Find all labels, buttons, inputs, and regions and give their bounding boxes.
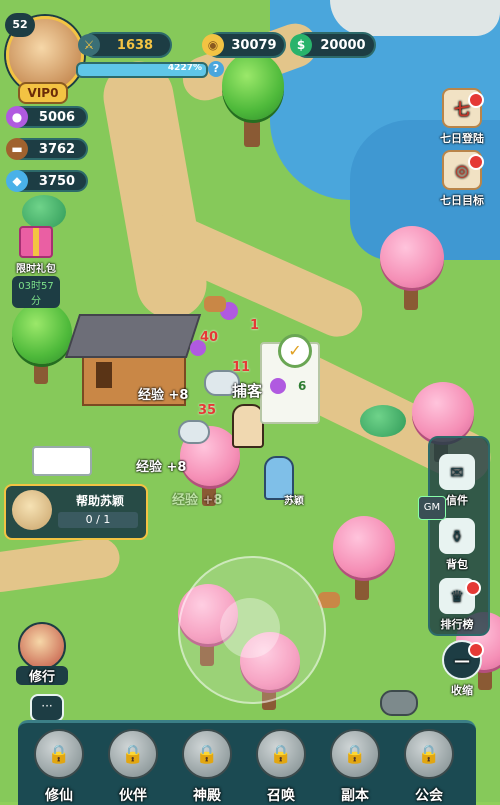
white-speech-box	[32, 446, 92, 476]
resource-orb: ● 5006	[6, 106, 88, 128]
lock-icon: 🔒	[108, 729, 158, 779]
damage-number: 35	[198, 403, 217, 418]
bottom-dock: 🔒 修仙 🔒 伙伴 🔒 神殿 🔒 召唤 🔒 副本 🔒 公会	[18, 720, 476, 805]
dirt-path	[0, 535, 123, 595]
notification-dot	[468, 642, 484, 658]
ranking-button[interactable]: ♛ 排行榜	[431, 578, 483, 632]
notification-dot	[468, 154, 484, 170]
gift-icon	[19, 226, 53, 258]
dock-summon[interactable]: 🔒 召唤	[250, 729, 312, 805]
purple-orb-icon[interactable]	[270, 378, 286, 394]
exp-gain-text: 经验 +8	[136, 460, 187, 475]
swords-icon: ⚔	[78, 34, 100, 56]
cultivate-label: 修行	[16, 666, 68, 685]
gift-timer: 03时57分	[12, 276, 60, 308]
gm-button[interactable]: GM	[418, 496, 446, 520]
lock-icon: 🔒	[34, 729, 84, 779]
gift-pack-button[interactable]: 限时礼包 03时57分	[12, 226, 60, 308]
damage-number: 1	[250, 318, 260, 333]
level-badge: 52	[5, 13, 35, 37]
jade-icon: $	[290, 34, 312, 56]
lock-icon: 🔒	[404, 729, 454, 779]
vip-badge[interactable]: VIP0	[18, 82, 68, 104]
dock-temple[interactable]: 🔒 神殿	[176, 729, 238, 805]
wolf-monster[interactable]	[178, 420, 210, 444]
gift-label: 限时礼包	[16, 264, 56, 275]
damage-number: 11	[232, 360, 251, 375]
exp-gain-text: 经验 +8	[138, 388, 189, 403]
coin-icon: ◉	[202, 34, 224, 56]
joystick-knob[interactable]	[220, 598, 280, 658]
dock-partner[interactable]: 🔒 伙伴	[102, 729, 164, 805]
wood-icon: ▬	[6, 138, 28, 160]
npc-name-label: 苏颖	[284, 496, 304, 507]
bush	[360, 405, 406, 437]
cultivate-button[interactable]: 修行	[16, 622, 68, 685]
dock-cultivation[interactable]: 🔒 修仙	[28, 729, 90, 805]
notification-dot	[468, 92, 484, 108]
bush	[22, 195, 66, 229]
collapse-button[interactable]: — 收缩	[436, 640, 488, 698]
bag-icon: ⚱	[439, 518, 475, 554]
chat-button[interactable]: ···	[30, 694, 64, 722]
damage-number: 40	[200, 330, 219, 345]
quest-npc-portrait	[12, 490, 52, 530]
cultivate-portrait	[18, 622, 66, 670]
crystal-icon: ◆	[6, 170, 28, 192]
notification-dot	[465, 580, 481, 596]
bag-button[interactable]: ⚱ 背包	[431, 518, 483, 572]
resource-crystal: ◆ 3750	[6, 170, 88, 192]
dock-dungeon[interactable]: 🔒 副本	[324, 729, 386, 805]
seven-day-goal-button[interactable]: ◎ 七日目标	[436, 150, 488, 208]
jade-display: $ 20000	[290, 32, 376, 58]
exp-percent: 4227%	[167, 63, 202, 73]
orb-icon: ●	[6, 106, 28, 128]
lock-icon: 🔒	[330, 729, 380, 779]
chat-icon: ···	[41, 699, 53, 713]
checkmark-icon[interactable]: ✓	[278, 334, 312, 368]
catcher-label: 捕客	[232, 382, 263, 400]
count-number: 6	[298, 379, 307, 393]
gold-display: ◉ 30079	[202, 32, 286, 58]
resource-wood: ▬ 3762	[6, 138, 88, 160]
quest-title: 帮助苏颖	[75, 494, 124, 508]
power-display: ⚔ 1638	[78, 32, 172, 58]
quest-tracker[interactable]: 帮助苏颖 0 / 1	[4, 484, 148, 540]
lock-icon: 🔒	[182, 729, 232, 779]
exp-bar: 4227%	[76, 62, 208, 78]
wolf-monster[interactable]	[380, 690, 418, 716]
rocks	[330, 0, 500, 36]
seven-day-login-button[interactable]: 七 七日登陆	[436, 88, 488, 146]
lock-icon: 🔒	[256, 729, 306, 779]
mail-icon: ✉	[439, 454, 475, 490]
dock-guild[interactable]: 🔒 公会	[398, 729, 460, 805]
help-icon[interactable]: ?	[208, 61, 224, 77]
stump	[204, 296, 226, 312]
quest-progress: 0 / 1	[58, 512, 138, 528]
exp-gain-text: 经验 +8	[172, 493, 223, 508]
